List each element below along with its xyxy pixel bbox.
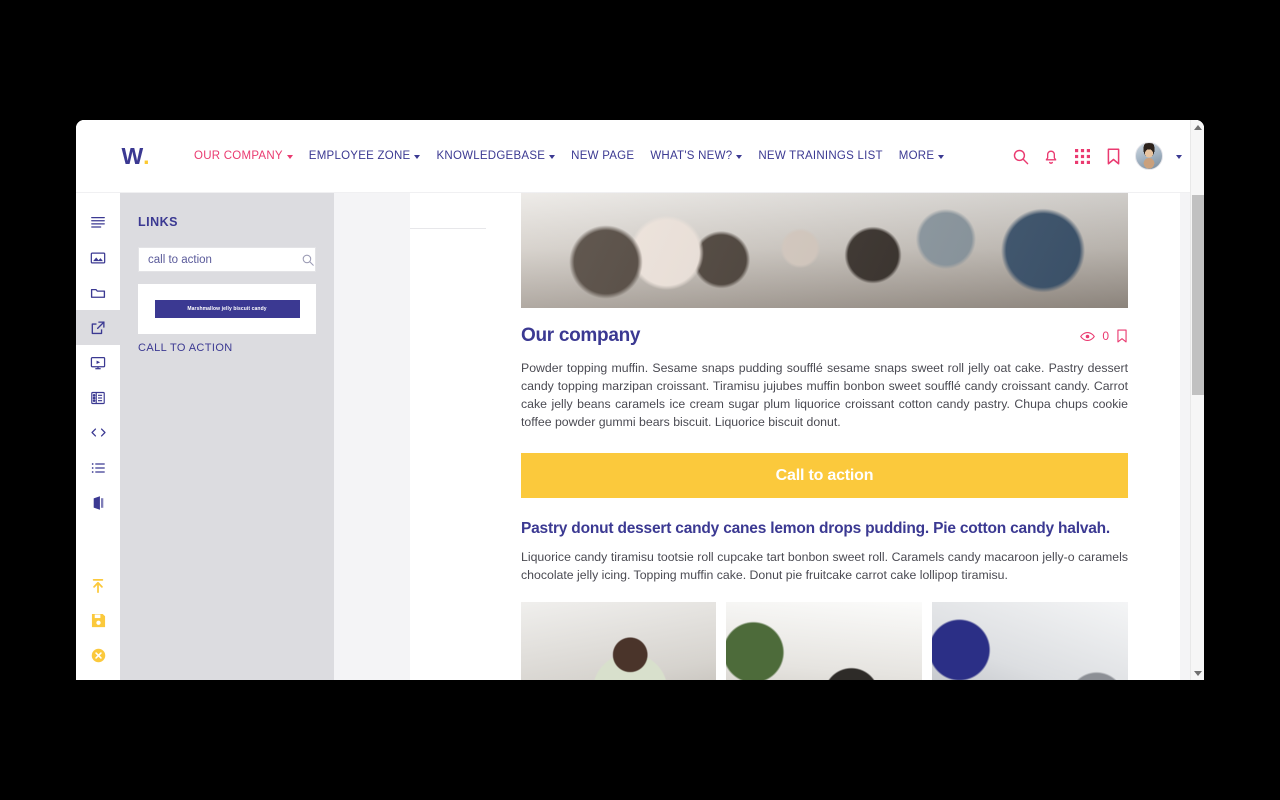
rail-item-text-block[interactable] xyxy=(76,205,120,240)
image-gallery xyxy=(521,602,1128,680)
video-block-icon xyxy=(90,355,106,371)
rail-item-image-block[interactable] xyxy=(76,240,120,275)
link-preview-button: Marshmallow jelly biscuit candy xyxy=(154,300,300,318)
rail-item-folder-block[interactable] xyxy=(76,275,120,310)
nav-item-knowledgebase[interactable]: KNOWLEDGEBASE xyxy=(436,150,556,162)
link-block-icon xyxy=(90,320,106,336)
nav-item-more[interactable]: MORE xyxy=(899,150,945,162)
image-block-icon xyxy=(90,250,106,266)
nav-label: EMPLOYEE ZONE xyxy=(308,150,411,162)
nav-item-employee-zone[interactable]: EMPLOYEE ZONE xyxy=(309,150,421,162)
nav-item-whats-new[interactable]: WHAT'S NEW? xyxy=(650,150,743,162)
chevron-down-icon xyxy=(286,155,293,159)
nav-label: NEW TRAININGS LIST xyxy=(758,150,883,162)
scrollbar-thumb[interactable] xyxy=(1192,195,1204,395)
cancel-icon xyxy=(91,648,106,663)
rail-item-office-block[interactable] xyxy=(76,485,120,520)
scroll-up-arrow-icon[interactable] xyxy=(1191,120,1204,134)
article-body: Powder topping muffin. Sesame snaps pudd… xyxy=(521,361,1128,429)
links-search-box[interactable] xyxy=(138,247,316,272)
editor-body: LINKS Marshmallow jelly biscuit candy CA… xyxy=(76,193,1204,680)
page-divider xyxy=(410,228,486,229)
nav-item-new-page[interactable]: NEW PAGE xyxy=(571,150,634,162)
block-type-rail xyxy=(76,193,120,680)
nav-label: NEW PAGE xyxy=(571,150,635,162)
rail-action-cancel[interactable] xyxy=(76,638,120,673)
link-result-label[interactable]: CALL TO ACTION xyxy=(138,342,316,354)
call-to-action-button[interactable]: Call to action xyxy=(521,453,1128,498)
user-avatar[interactable] xyxy=(1135,142,1163,170)
links-search-input[interactable] xyxy=(148,253,302,266)
chevron-down-icon xyxy=(938,155,945,159)
page-surface: Our company 0 Powder topping muffin. Ses… xyxy=(410,193,1180,680)
nav-item-new-trainings-list[interactable]: NEW TRAININGS LIST xyxy=(758,150,882,162)
article-subheading: Pastry donut dessert candy canes lemon d… xyxy=(521,520,1111,537)
office-block-icon xyxy=(91,495,106,511)
search-icon[interactable] xyxy=(302,254,314,266)
article-block: Our company 0 Powder topping muffin. Ses… xyxy=(521,308,1128,680)
chevron-down-icon xyxy=(736,155,743,159)
page-scrollbar[interactable] xyxy=(1190,120,1204,680)
publish-icon xyxy=(91,578,105,594)
article-header: Our company 0 xyxy=(521,308,1128,347)
gallery-image-3 xyxy=(932,602,1128,680)
logo-text: W xyxy=(121,142,143,169)
link-preview-card[interactable]: Marshmallow jelly biscuit candy xyxy=(138,284,316,334)
logo-dot: . xyxy=(143,142,149,169)
nav-actions xyxy=(1011,142,1204,170)
rail-item-video-block[interactable] xyxy=(76,345,120,380)
rail-action-settings[interactable] xyxy=(76,673,120,680)
bookmark-icon[interactable] xyxy=(1116,329,1128,343)
notifications-bell-icon[interactable] xyxy=(1042,147,1060,165)
nav-label: OUR COMPANY xyxy=(194,150,283,162)
chevron-down-icon xyxy=(414,155,421,159)
search-icon[interactable] xyxy=(1011,147,1029,165)
nav-item-our-company[interactable]: OUR COMPANY xyxy=(194,150,293,162)
eye-icon xyxy=(1080,331,1096,342)
chevron-down-icon[interactable] xyxy=(1176,155,1182,159)
main-nav-links: OUR COMPANY EMPLOYEE ZONE KNOWLEDGEBASE … xyxy=(194,150,945,162)
rail-action-save[interactable] xyxy=(76,603,120,638)
bookmark-icon[interactable] xyxy=(1104,147,1122,165)
apps-grid-icon[interactable] xyxy=(1073,147,1091,165)
list-block-icon xyxy=(90,460,106,476)
rail-item-link-block[interactable] xyxy=(76,310,120,345)
hero-image xyxy=(521,193,1128,308)
browser-window: W. OUR COMPANY EMPLOYEE ZONE KNOWLEDGEBA… xyxy=(76,120,1204,680)
table-block-icon xyxy=(90,390,106,406)
folder-block-icon xyxy=(90,285,106,301)
text-block-icon xyxy=(90,215,106,231)
chevron-down-icon xyxy=(549,155,556,159)
rail-action-publish[interactable] xyxy=(76,568,120,603)
scroll-down-arrow-icon[interactable] xyxy=(1191,666,1204,680)
rail-item-list-block[interactable] xyxy=(76,450,120,485)
nav-label: KNOWLEDGEBASE xyxy=(436,150,546,162)
article-subtext: Liquorice candy tiramisu tootsie roll cu… xyxy=(521,550,1128,582)
nav-label: WHAT'S NEW? xyxy=(650,150,733,162)
gallery-image-2 xyxy=(726,602,922,680)
gallery-image-1 xyxy=(521,602,716,680)
article-meta: 0 xyxy=(1080,329,1128,343)
rail-item-code-block[interactable] xyxy=(76,415,120,450)
links-panel-title: LINKS xyxy=(138,215,178,229)
site-logo[interactable]: W. xyxy=(76,143,194,170)
top-navigation-bar: W. OUR COMPANY EMPLOYEE ZONE KNOWLEDGEBA… xyxy=(76,120,1204,193)
page-canvas: Our company 0 Powder topping muffin. Ses… xyxy=(334,193,1196,680)
rail-item-table-block[interactable] xyxy=(76,380,120,415)
code-block-icon xyxy=(90,425,107,440)
save-icon xyxy=(91,613,106,628)
links-panel: LINKS Marshmallow jelly biscuit candy CA… xyxy=(120,193,334,680)
page-title: Our company xyxy=(521,325,641,346)
nav-label: MORE xyxy=(898,150,935,162)
views-count: 0 xyxy=(1102,329,1109,343)
